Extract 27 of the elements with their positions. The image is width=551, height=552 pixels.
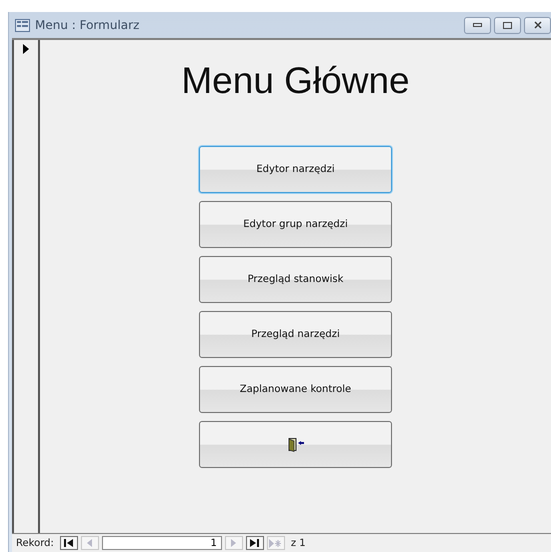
exit-button[interactable] bbox=[199, 421, 392, 468]
record-nav-button[interactable] bbox=[246, 536, 264, 550]
menu-button[interactable]: Zaplanowane kontrole bbox=[199, 366, 392, 413]
form-heading: Menu Główne bbox=[181, 60, 410, 102]
record-total: z 1 bbox=[290, 538, 306, 548]
close-button[interactable] bbox=[524, 16, 551, 34]
previous-record-icon bbox=[87, 539, 92, 547]
maximize-button[interactable] bbox=[494, 16, 521, 34]
form-icon bbox=[15, 18, 30, 32]
minimize-icon bbox=[473, 23, 482, 27]
record-label: Rekord: bbox=[16, 538, 54, 548]
first-record-icon bbox=[64, 539, 74, 547]
menu-button[interactable]: Edytor grup narzędzi bbox=[199, 201, 392, 248]
exit-door-icon bbox=[288, 438, 304, 452]
record-pointer-icon bbox=[23, 44, 29, 54]
window-title: Menu : Formularz bbox=[35, 18, 140, 32]
record-nav-button[interactable] bbox=[60, 536, 78, 550]
menu-button[interactable]: Edytor narzędzi bbox=[199, 146, 392, 193]
menu-button[interactable]: Przegląd stanowisk bbox=[199, 256, 392, 303]
next-record-icon bbox=[231, 539, 236, 547]
record-number-field[interactable]: 1 bbox=[102, 536, 222, 550]
minimize-button[interactable] bbox=[464, 16, 491, 34]
maximize-icon bbox=[503, 22, 512, 28]
close-icon bbox=[534, 21, 542, 29]
last-record-icon bbox=[250, 539, 260, 547]
menu-button[interactable]: Przegląd narzędzi bbox=[199, 311, 392, 358]
new-record-icon bbox=[269, 538, 282, 548]
